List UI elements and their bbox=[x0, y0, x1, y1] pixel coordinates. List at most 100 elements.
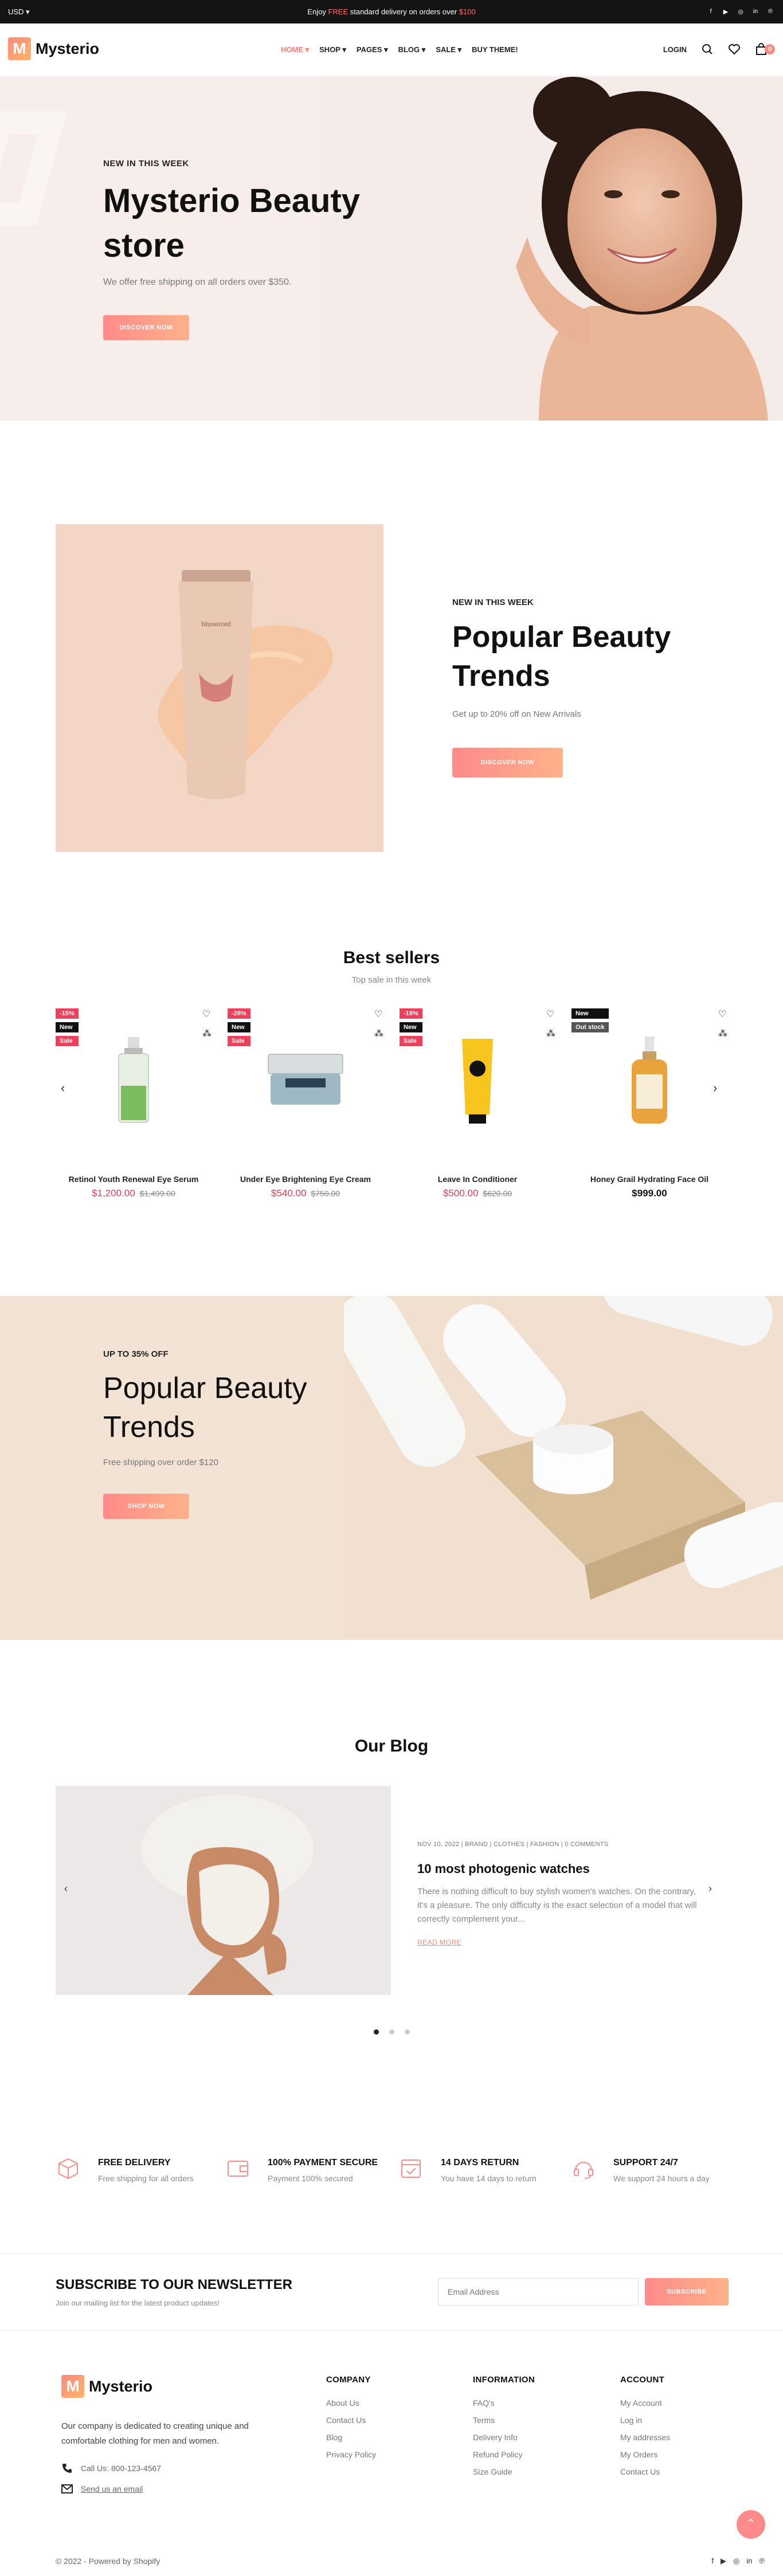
product-image[interactable] bbox=[228, 1031, 383, 1129]
nav-shop[interactable]: SHOP ▾ bbox=[319, 45, 346, 54]
instagram-icon[interactable]: ◎ bbox=[733, 2557, 739, 2566]
footer-link[interactable]: Size Guide bbox=[473, 2467, 535, 2476]
cart-button[interactable]: 0 bbox=[755, 43, 775, 56]
product-card[interactable]: -28% New Sale ♡ ⁂ Under Eye Brightening … bbox=[228, 1008, 383, 1203]
search-icon[interactable] bbox=[702, 44, 713, 55]
nav-sale[interactable]: SALE ▾ bbox=[436, 45, 461, 54]
footer-column-title: ACCOUNT bbox=[620, 2375, 665, 2385]
product-name[interactable]: Retinol Youth Renewal Eye Serum bbox=[56, 1175, 212, 1184]
pagination-dot[interactable] bbox=[389, 2029, 394, 2035]
footer-link[interactable]: FAQ's bbox=[473, 2398, 535, 2408]
blog-post-image[interactable] bbox=[56, 1786, 391, 1995]
pinterest-icon[interactable]: ℗ bbox=[759, 2557, 765, 2566]
footer-link[interactable]: Contact Us bbox=[326, 2416, 376, 2425]
footer-logo[interactable]: M Mysterio bbox=[61, 2375, 152, 2398]
pagination-dot[interactable] bbox=[374, 2029, 379, 2035]
announcement-bar: USD ▾ Enjoy FREE standard delivery on or… bbox=[0, 0, 783, 23]
feature-title: FREE DELIVERY bbox=[98, 2158, 171, 2167]
nav-buy-theme[interactable]: BUY THEME! bbox=[472, 45, 518, 54]
footer-link[interactable]: Blog bbox=[326, 2433, 376, 2442]
topbar-social-links: f ▶ ◎ in ℗ bbox=[706, 7, 775, 16]
promo-shop-button[interactable]: SHOP NOW bbox=[103, 1494, 189, 1519]
footer-link[interactable]: Contact Us bbox=[620, 2467, 670, 2476]
footer-account-column: ACCOUNT My Account Log in My addresses M… bbox=[620, 2375, 670, 2484]
bestsellers-subtitle: Top sale in this week bbox=[351, 975, 432, 985]
cream-tube-illustration: blusstrotd bbox=[56, 524, 383, 852]
pagination-dot[interactable] bbox=[405, 2029, 410, 2035]
feature-description: Free shipping for all orders bbox=[98, 2174, 194, 2183]
newsletter-email-input[interactable] bbox=[438, 2278, 639, 2306]
hero-banner: NEW IN THIS WEEK Mysterio Beauty store W… bbox=[0, 77, 783, 421]
product-price: $999.00 bbox=[632, 1188, 667, 1199]
hero-subtitle: We offer free shipping on all orders ove… bbox=[103, 277, 292, 287]
footer-link[interactable]: My Orders bbox=[620, 2450, 670, 2459]
footer-link[interactable]: Delivery Info bbox=[473, 2433, 535, 2442]
footer-email[interactable]: Send us an email bbox=[61, 2484, 143, 2493]
product-badges: New Out stock bbox=[571, 1008, 609, 1032]
facebook-icon[interactable]: f bbox=[711, 2557, 714, 2566]
newsletter-subtitle: Join our mailing list for the latest pro… bbox=[56, 2299, 220, 2307]
footer-phone: Call Us: 800-123-4567 bbox=[61, 2463, 161, 2474]
youtube-icon[interactable]: ▶ bbox=[721, 7, 730, 16]
youtube-icon[interactable]: ▶ bbox=[721, 2557, 726, 2566]
instagram-icon[interactable]: ◎ bbox=[736, 7, 745, 16]
product-name[interactable]: Honey Grail Hydrating Face Oil bbox=[571, 1175, 727, 1184]
wishlist-heart-icon[interactable] bbox=[728, 44, 741, 55]
promo-subtitle: Free shipping over order $120 bbox=[103, 1458, 218, 1467]
nav-home[interactable]: HOME ▾ bbox=[281, 45, 309, 54]
footer-link[interactable]: My Account bbox=[620, 2398, 670, 2408]
product-name[interactable]: Under Eye Brightening Eye Cream bbox=[228, 1175, 383, 1184]
nav-blog[interactable]: BLOG ▾ bbox=[398, 45, 426, 54]
feature-title: 100% PAYMENT SECURE bbox=[268, 2158, 378, 2167]
footer-link[interactable]: Terms bbox=[473, 2416, 535, 2425]
skincare-products-image bbox=[344, 1296, 783, 1640]
footer-link[interactable]: About Us bbox=[326, 2398, 376, 2408]
linkedin-icon[interactable]: in bbox=[751, 7, 760, 16]
footer-link[interactable]: Log in bbox=[620, 2416, 670, 2425]
wishlist-heart-icon[interactable]: ♡ bbox=[718, 1008, 727, 1020]
hero-discover-button[interactable]: DISCOVER NOW bbox=[103, 315, 189, 340]
product-card[interactable]: -19% New Sale ♡ ⁂ Leave In Conditioner $… bbox=[400, 1008, 555, 1203]
footer-information-column: INFORMATION FAQ's Terms Delivery Info Re… bbox=[473, 2375, 535, 2484]
product-card[interactable]: New Out stock ♡ ⁂ Honey Grail Hydrating … bbox=[571, 1008, 727, 1203]
scroll-to-top-button[interactable]: ⌃ bbox=[737, 2510, 765, 2539]
logo-mark: M bbox=[8, 37, 31, 60]
footer-column-title: COMPANY bbox=[326, 2375, 371, 2385]
newsletter-section: SUBSCRIBE TO OUR NEWSLETTER Join our mai… bbox=[0, 2253, 783, 2331]
login-link[interactable]: LOGIN bbox=[663, 45, 687, 54]
discount-badge: -15% bbox=[56, 1008, 79, 1019]
discount-badge: -28% bbox=[228, 1008, 250, 1019]
wishlist-heart-icon[interactable]: ♡ bbox=[374, 1008, 383, 1020]
wishlist-heart-icon[interactable]: ♡ bbox=[202, 1008, 212, 1020]
facebook-icon[interactable]: f bbox=[706, 7, 715, 16]
product-price: $1,200.00 $1,499.00 bbox=[92, 1188, 175, 1199]
logo-text: Mysterio bbox=[89, 2377, 153, 2395]
wishlist-heart-icon[interactable]: ♡ bbox=[546, 1008, 555, 1020]
product-image[interactable] bbox=[56, 1031, 212, 1129]
product-image[interactable] bbox=[571, 1031, 727, 1129]
blog-prev-arrow[interactable]: ‹ bbox=[64, 1883, 68, 1895]
blog-post-excerpt: There is nothing difficult to buy stylis… bbox=[417, 1887, 697, 1924]
site-logo[interactable]: M Mysterio bbox=[8, 37, 99, 60]
product-image[interactable] bbox=[400, 1031, 555, 1129]
nav-pages[interactable]: PAGES ▾ bbox=[357, 45, 388, 54]
linkedin-icon[interactable]: in bbox=[746, 2557, 752, 2566]
subscribe-button[interactable]: SUBSCRIBE bbox=[645, 2278, 729, 2306]
blog-read-more-link[interactable]: READ MORE bbox=[417, 1938, 461, 1946]
blog-next-arrow[interactable]: › bbox=[708, 1883, 712, 1895]
svg-text:blusstrotd: blusstrotd bbox=[201, 619, 231, 628]
blog-post-title[interactable]: 10 most photogenic watches bbox=[417, 1862, 590, 1876]
product-name[interactable]: Leave In Conditioner bbox=[400, 1175, 555, 1184]
pinterest-icon[interactable]: ℗ bbox=[766, 7, 775, 16]
product-card[interactable]: -15% New Sale ♡ ⁂ Retinol Youth Renewal … bbox=[56, 1008, 212, 1203]
trend-discover-button[interactable]: DISCOVER NOW bbox=[452, 748, 563, 777]
calendar-check-icon bbox=[401, 2159, 421, 2178]
promo-title: Popular Beauty Trends bbox=[103, 1372, 307, 1444]
feature-title: 14 DAYS RETURN bbox=[441, 2158, 519, 2167]
footer-link[interactable]: My addresses bbox=[620, 2433, 670, 2442]
feature-description: Payment 100% secured bbox=[268, 2174, 353, 2183]
discount-badge: -19% bbox=[400, 1008, 422, 1019]
cart-count-badge: 0 bbox=[765, 44, 775, 54]
footer-link[interactable]: Refund Policy bbox=[473, 2450, 535, 2459]
footer-link[interactable]: Privacy Policy bbox=[326, 2450, 376, 2459]
